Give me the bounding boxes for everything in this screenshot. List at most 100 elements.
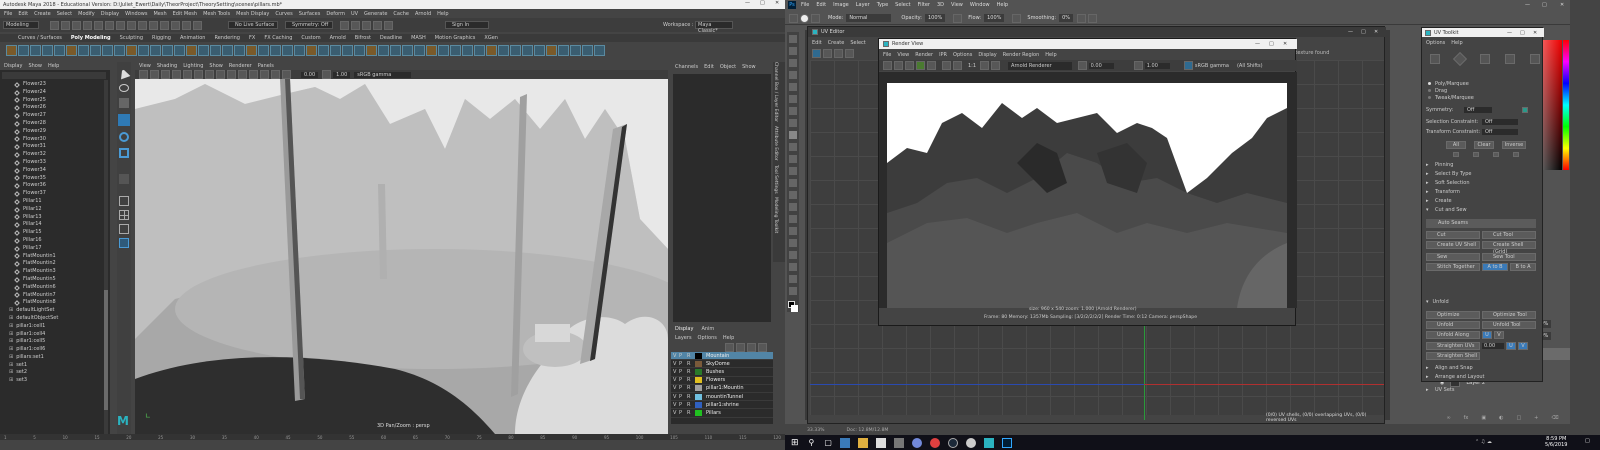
shelf-tool-icon[interactable] xyxy=(510,44,521,56)
crop-tool-icon[interactable] xyxy=(789,83,797,91)
layer-color-swatch[interactable] xyxy=(695,360,702,367)
outliner-menu-show[interactable]: Show xyxy=(28,63,42,69)
app-icon[interactable] xyxy=(965,437,976,448)
outliner-scrollbar[interactable] xyxy=(104,80,108,434)
layer-name[interactable]: mountinTunnel xyxy=(706,394,743,400)
shelf-tab-fx-caching[interactable]: FX Caching xyxy=(264,35,292,41)
unfold-section-header[interactable]: ▾ Unfold xyxy=(1426,298,1538,307)
shelf-tool-icon[interactable] xyxy=(222,44,233,56)
shelf-tab-custom[interactable]: Custom xyxy=(301,35,320,41)
outliner-item[interactable]: ⊞ pillar1:cell4 xyxy=(3,331,103,339)
optimize-button[interactable]: Optimize xyxy=(1426,311,1480,319)
menu-mesh-tools[interactable]: Mesh Tools xyxy=(203,11,230,17)
shelf-tool-icon[interactable] xyxy=(534,44,545,56)
undo-icon[interactable] xyxy=(83,21,92,30)
fx-icon[interactable]: fx xyxy=(1464,415,1469,421)
layout-icon[interactable] xyxy=(119,224,129,234)
layer-visible-toggle[interactable]: V xyxy=(671,369,679,375)
image-plane-icon[interactable] xyxy=(172,70,181,79)
optimize-tool-button[interactable]: Optimize Tool xyxy=(1482,311,1536,319)
uv-vertex-icon[interactable] xyxy=(1430,54,1440,64)
uv-menu-select[interactable]: Select xyxy=(850,40,865,46)
select-mode-option[interactable]: Tweak/Marquee xyxy=(1428,94,1538,101)
shelf-tab-animation[interactable]: Animation xyxy=(180,35,206,41)
side-tab-attribute-editor[interactable]: Attribute Editor xyxy=(773,126,778,161)
layer-visible-toggle[interactable]: V xyxy=(671,353,679,359)
outliner-item[interactable]: Flower34 xyxy=(3,167,103,175)
toolkit-close-icon[interactable]: ✕ xyxy=(1533,30,1537,36)
shelf-tool-icon[interactable] xyxy=(462,44,473,56)
render-gamma[interactable]: 1.00 xyxy=(1144,62,1170,69)
redo-icon[interactable] xyxy=(94,21,103,30)
layer-name[interactable]: pillar1:Mountin xyxy=(706,385,744,391)
menu-cache[interactable]: Cache xyxy=(393,11,409,17)
shelf-tab-xgen[interactable]: XGen xyxy=(484,35,498,41)
toolkit-section-pinning[interactable]: ▸ Pinning xyxy=(1426,161,1540,170)
outliner-item[interactable]: FlatMountin6 xyxy=(3,284,103,292)
shelf-tool-icon[interactable] xyxy=(414,44,425,56)
layer-name[interactable]: Mountain xyxy=(706,353,729,359)
hand-tool-icon[interactable] xyxy=(789,263,797,271)
mode-dropdown[interactable]: Modeling xyxy=(3,21,39,29)
mail-icon[interactable] xyxy=(875,437,886,448)
smoothing-field[interactable]: 0% xyxy=(1059,14,1074,22)
edge-icon[interactable] xyxy=(839,437,850,448)
layer-visible-toggle[interactable]: V xyxy=(671,402,679,408)
windows-start-icon[interactable]: ⊞ xyxy=(791,438,799,448)
layer-menu-help[interactable]: Help xyxy=(723,335,734,341)
shelf-tool-icon[interactable] xyxy=(6,44,17,56)
layer-color-swatch[interactable] xyxy=(695,368,702,375)
select-tool-icon[interactable] xyxy=(117,66,131,80)
uv-minimize-icon[interactable]: — xyxy=(1348,29,1353,35)
viewport-menu-renderer[interactable]: Renderer xyxy=(229,63,252,69)
shelf-tool-icon[interactable] xyxy=(174,44,185,56)
cut-tool-button[interactable]: Cut Tool xyxy=(1482,231,1536,239)
real-size-label[interactable]: 1:1 xyxy=(968,63,976,69)
alpha-icon[interactable] xyxy=(991,61,1001,70)
toolkit-section-uv-sets[interactable]: ▸ UV Sets xyxy=(1426,386,1538,395)
pen-tool-icon[interactable] xyxy=(789,215,797,223)
last-tool-icon[interactable] xyxy=(119,174,129,184)
outliner-item[interactable]: Flower36 xyxy=(3,182,103,190)
textured-icon[interactable] xyxy=(238,70,247,79)
layer-visible-toggle[interactable]: V xyxy=(671,410,679,416)
a-to-b-button[interactable]: A to B xyxy=(1482,263,1508,271)
layer-reference-toggle[interactable]: R xyxy=(687,377,695,383)
outliner-item[interactable]: ⊞ defaultObjectSet xyxy=(3,315,103,323)
shelf-tool-icon[interactable] xyxy=(378,44,389,56)
dodge-tool-icon[interactable] xyxy=(789,203,797,211)
healing-tool-icon[interactable] xyxy=(789,119,797,127)
layer-reference-toggle[interactable]: R xyxy=(687,402,695,408)
channel-menu-object[interactable]: Object xyxy=(720,64,736,70)
shelf-tool-icon[interactable] xyxy=(150,44,161,56)
render-exposure[interactable]: 0.00 xyxy=(1088,62,1114,69)
rectangle-tool-icon[interactable] xyxy=(789,251,797,259)
shelf-tab-poly-modeling[interactable]: Poly Modeling xyxy=(71,35,111,41)
toolkit-minimize-icon[interactable]: — xyxy=(1507,30,1512,36)
shelf-tool-icon[interactable] xyxy=(258,44,269,56)
ps-menu-select[interactable]: Select xyxy=(895,2,910,8)
ps-close-icon[interactable]: ✕ xyxy=(1560,2,1564,8)
film-gate-icon[interactable] xyxy=(194,70,203,79)
ps-menu-image[interactable]: Image xyxy=(833,2,849,8)
new-layer-icon[interactable]: + xyxy=(1534,415,1538,421)
sign-in-button[interactable]: Sign In xyxy=(445,21,489,29)
live-surface-field[interactable]: No Live Surface xyxy=(228,21,278,29)
viewport-menu-show[interactable]: Show xyxy=(209,63,223,69)
layer-reference-toggle[interactable]: R xyxy=(687,394,695,400)
select-inverse-button[interactable]: Inverse xyxy=(1502,140,1526,149)
shelf-tool-icon[interactable] xyxy=(522,44,533,56)
close-icon[interactable]: ✕ xyxy=(775,0,779,6)
outliner-item[interactable]: Flower37 xyxy=(3,190,103,198)
search-icon[interactable]: ⚲ xyxy=(809,438,815,447)
auto-seams-button[interactable]: Auto Seams xyxy=(1426,219,1536,228)
notification-icon[interactable]: □ xyxy=(1585,438,1590,444)
frame-tool-icon[interactable] xyxy=(789,95,797,103)
opacity-field[interactable]: 100% xyxy=(924,14,946,22)
sel-constraint-value[interactable]: Off xyxy=(1482,119,1519,125)
outliner-item[interactable]: FlatMountin8 xyxy=(3,299,103,307)
path-select-tool-icon[interactable] xyxy=(789,239,797,247)
pressure-opacity-icon[interactable] xyxy=(953,13,963,23)
ps-menu-file[interactable]: File xyxy=(801,2,809,8)
snap-surface-icon[interactable] xyxy=(182,21,191,30)
